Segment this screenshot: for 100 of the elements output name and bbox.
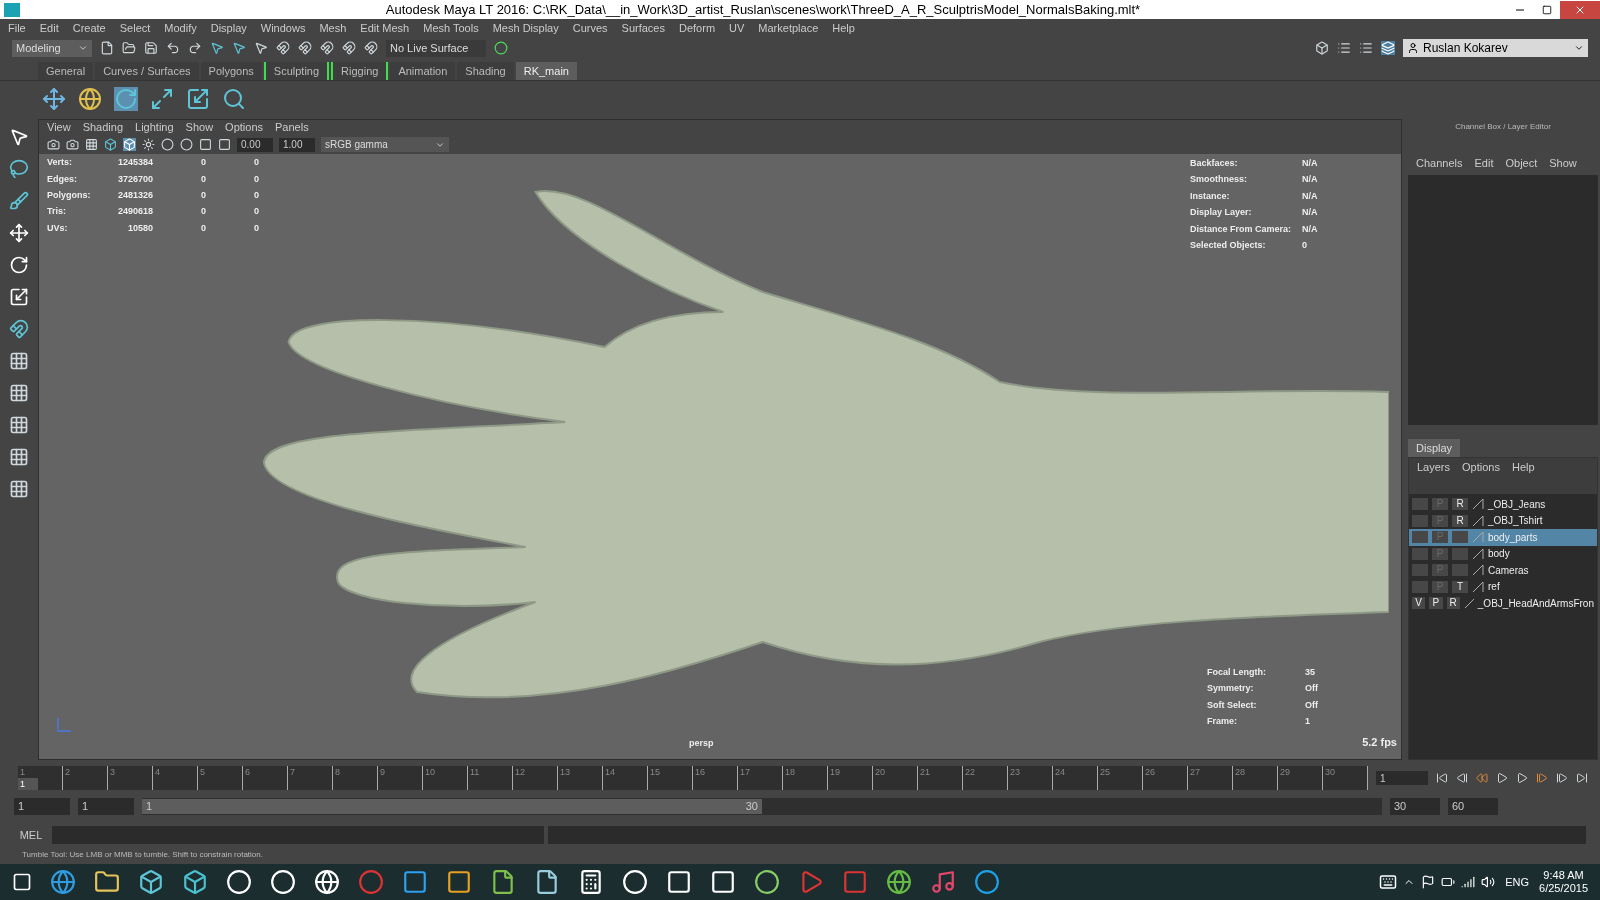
browser-icon[interactable] — [50, 869, 76, 895]
step-forward-icon[interactable] — [1556, 772, 1568, 784]
move-icon[interactable] — [9, 223, 29, 243]
visibility-toggle[interactable] — [1412, 580, 1428, 593]
skip-forward-icon[interactable] — [1576, 772, 1588, 784]
visibility-toggle[interactable]: V — [1412, 597, 1426, 610]
magnet-icon[interactable] — [364, 41, 378, 55]
list-icon[interactable] — [1359, 41, 1373, 55]
file-icon[interactable] — [490, 869, 516, 895]
menu-item[interactable]: Mesh Tools — [423, 19, 479, 37]
camera-icon[interactable] — [66, 138, 79, 151]
shelf-tab[interactable]: General — [38, 62, 94, 80]
caret-icon[interactable] — [1574, 43, 1584, 53]
search-icon[interactable] — [222, 87, 246, 111]
keyboard-icon[interactable] — [1379, 873, 1398, 891]
globe-icon[interactable] — [78, 87, 102, 111]
channel-menu-item[interactable]: Object — [1505, 154, 1538, 172]
shelf-tab[interactable]: Sculpting — [263, 62, 330, 80]
user-dropdown[interactable]: Ruslan Kokarev — [1403, 39, 1588, 57]
display-type-toggle[interactable] — [1452, 531, 1468, 544]
menu-item[interactable]: UV — [729, 19, 745, 37]
display-type-toggle[interactable]: R — [1452, 498, 1468, 511]
layer-menu-item[interactable]: Options — [1462, 458, 1500, 476]
light-icon[interactable] — [142, 138, 155, 151]
language-indicator[interactable]: ENG — [1505, 873, 1530, 891]
close-button[interactable] — [1560, 0, 1600, 19]
color-swatch-icon[interactable] — [1472, 580, 1484, 593]
panel-menu-item[interactable]: Show — [185, 119, 214, 136]
step-back-icon[interactable] — [1456, 772, 1468, 784]
select-tool-icon[interactable] — [9, 127, 29, 147]
menu-item[interactable]: Edit Mesh — [360, 19, 410, 37]
lasso-icon[interactable] — [9, 159, 29, 179]
save-icon[interactable] — [144, 41, 158, 55]
app-icon[interactable] — [138, 869, 164, 895]
cube-icon[interactable] — [104, 138, 117, 151]
brush-icon[interactable] — [9, 191, 29, 211]
magnet-icon[interactable] — [298, 41, 312, 55]
playhead[interactable]: 1 — [18, 778, 38, 790]
music-icon[interactable] — [930, 869, 956, 895]
list-icon[interactable] — [1337, 41, 1351, 55]
shelf-tab[interactable]: RK_main — [515, 62, 577, 80]
menu-item[interactable]: Mesh — [319, 19, 347, 37]
panel-menu-item[interactable]: View — [47, 119, 71, 136]
display-type-toggle[interactable] — [1452, 564, 1468, 577]
menu-item[interactable]: Modify — [164, 19, 197, 37]
current-frame-field[interactable]: 1 — [1376, 771, 1428, 785]
visibility-toggle[interactable] — [1412, 531, 1428, 544]
app-icon[interactable] — [182, 869, 208, 895]
channel-menu-item[interactable]: Edit — [1474, 154, 1494, 172]
pointer-icon[interactable] — [254, 41, 268, 55]
menu-item[interactable]: Display — [210, 19, 247, 37]
shelf-tab[interactable]: Curves / Surfaces — [95, 62, 199, 80]
square-icon[interactable] — [199, 138, 212, 151]
channel-menu-item[interactable]: Channels — [1416, 154, 1463, 172]
maximize-icon[interactable] — [1542, 4, 1552, 15]
cube-icon[interactable] — [1315, 41, 1329, 55]
layer-row[interactable]: V P R _OBJ_HeadAndArmsFron — [1409, 595, 1597, 612]
color-swatch-icon[interactable] — [1472, 564, 1484, 577]
file-icon[interactable] — [534, 869, 560, 895]
volume-icon[interactable] — [1481, 875, 1496, 889]
layer-menu-item[interactable]: Help — [1511, 458, 1535, 476]
layout-icon[interactable] — [9, 383, 29, 403]
folder-icon[interactable] — [94, 869, 120, 895]
flag-icon[interactable] — [1421, 875, 1436, 889]
end-field[interactable]: 60 — [1448, 797, 1498, 815]
key-forward-icon[interactable] — [1536, 772, 1548, 784]
shelf-tab[interactable]: Rigging — [331, 62, 389, 80]
playback-toggle[interactable]: P — [1429, 597, 1443, 610]
calculator-icon[interactable] — [578, 869, 604, 895]
color-swatch-icon[interactable] — [1472, 498, 1484, 511]
shelf-tab[interactable]: Animation — [390, 62, 456, 80]
range-end-field[interactable]: 30 — [1390, 797, 1440, 815]
pointer-icon[interactable] — [210, 41, 224, 55]
menu-item[interactable]: Edit — [39, 19, 59, 37]
start-field[interactable]: 1 — [14, 797, 70, 815]
battery-icon[interactable] — [1441, 875, 1456, 889]
mode-dropdown[interactable]: Modeling — [12, 39, 92, 57]
app-icon[interactable] — [666, 869, 692, 895]
display-type-toggle[interactable]: R — [1452, 514, 1468, 527]
menu-item[interactable]: File — [8, 19, 26, 37]
layout-icon[interactable] — [9, 415, 29, 435]
app-icon[interactable] — [754, 869, 780, 895]
redo-icon[interactable] — [188, 41, 202, 55]
layers-icon[interactable] — [1381, 41, 1395, 55]
scale-icon[interactable] — [9, 287, 29, 307]
visibility-toggle[interactable] — [1412, 498, 1428, 511]
sphere-icon[interactable] — [161, 138, 174, 151]
display-type-toggle[interactable]: R — [1446, 597, 1460, 610]
range-slider[interactable]: 1 30 — [142, 798, 762, 814]
range-start-field[interactable]: 1 — [78, 797, 134, 815]
display-type-toggle[interactable] — [1452, 547, 1468, 560]
magnet-icon[interactable] — [9, 319, 29, 339]
color-space-dropdown[interactable]: sRGB gamma — [321, 137, 449, 152]
panel-menu-item[interactable]: Options — [225, 119, 264, 136]
gamma-field[interactable]: 1.00 — [279, 137, 315, 152]
menu-item[interactable]: Mesh Display — [492, 19, 559, 37]
magnet-icon[interactable] — [320, 41, 334, 55]
undo-icon[interactable] — [166, 41, 180, 55]
play-icon[interactable] — [1516, 772, 1528, 784]
move-icon[interactable] — [42, 87, 66, 111]
